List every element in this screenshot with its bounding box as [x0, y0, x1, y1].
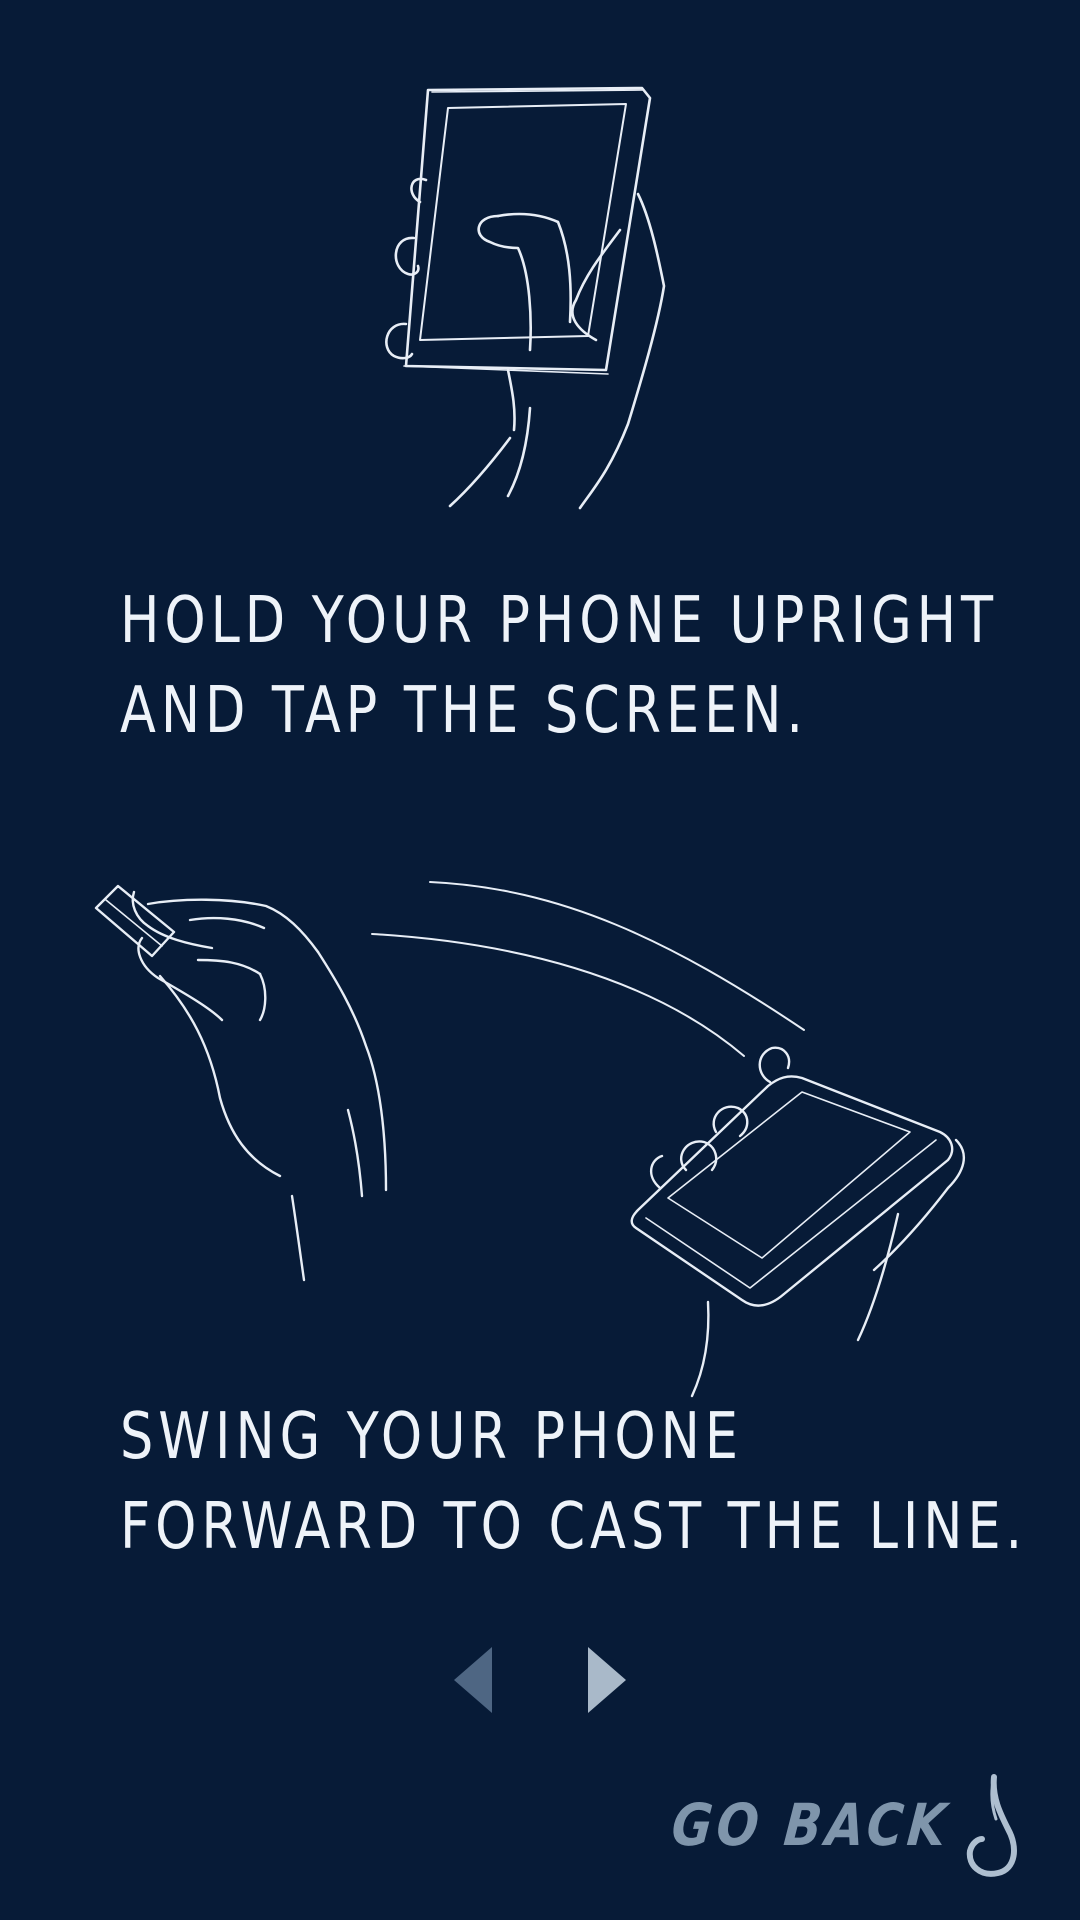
chevron-right-icon	[588, 1647, 626, 1713]
next-page-button[interactable]	[580, 1645, 640, 1715]
swing-phone-illustration	[94, 881, 966, 1398]
chevron-left-icon	[454, 1647, 492, 1713]
hand-holding-phone-illustration	[385, 86, 666, 510]
go-back-button[interactable]: GO BACK	[623, 1770, 1020, 1880]
fish-hook-icon	[964, 1773, 1020, 1877]
previous-page-button[interactable]	[440, 1645, 500, 1715]
tutorial-pager	[440, 1640, 640, 1720]
instruction-step-1-line-1: HOLD YOUR PHONE UPRIGHT	[120, 584, 999, 658]
instruction-step-2-line-2: FORWARD TO CAST THE LINE.	[120, 1490, 1028, 1564]
tutorial-screen[interactable]: HOLD YOUR PHONE UPRIGHT AND TAP THE SCRE…	[0, 0, 1080, 1920]
instruction-step-2-line-1: SWING YOUR PHONE	[120, 1400, 743, 1474]
instruction-step-1: HOLD YOUR PHONE UPRIGHT AND TAP THE SCRE…	[120, 576, 998, 756]
go-back-label: GO BACK	[669, 1791, 954, 1859]
instruction-step-2: SWING YOUR PHONE FORWARD TO CAST THE LIN…	[120, 1392, 1027, 1572]
instruction-step-1-line-2: AND TAP THE SCREEN.	[120, 674, 808, 748]
